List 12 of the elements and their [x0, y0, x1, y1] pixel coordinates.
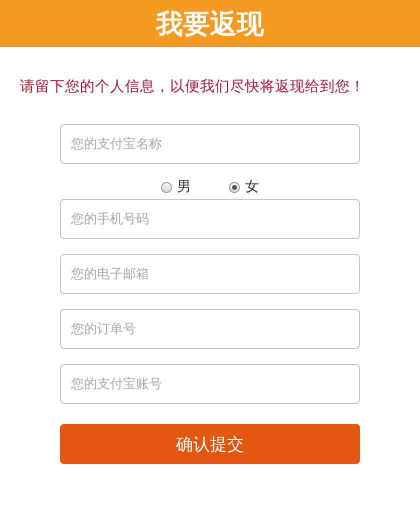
input-field[interactable]: 您的订单号	[60, 309, 360, 349]
page-title: 我要返现	[156, 8, 264, 42]
radio-label: 男	[177, 178, 191, 196]
input-field[interactable]: 您的支付宝账号	[60, 364, 360, 404]
instruction-text: 请留下您的个人信息，以便我们尽快将返现给到您！	[20, 78, 366, 96]
radio-button[interactable]	[229, 182, 240, 192]
radio-label: 女	[245, 178, 259, 196]
input-field[interactable]: 您的电子邮箱	[60, 254, 360, 294]
submit-button[interactable]: 确认提交	[60, 424, 360, 464]
input-field[interactable]: 您的手机号码	[60, 199, 360, 239]
input-field[interactable]: 您的支付宝名称	[60, 124, 360, 164]
radio-button[interactable]	[161, 182, 172, 192]
